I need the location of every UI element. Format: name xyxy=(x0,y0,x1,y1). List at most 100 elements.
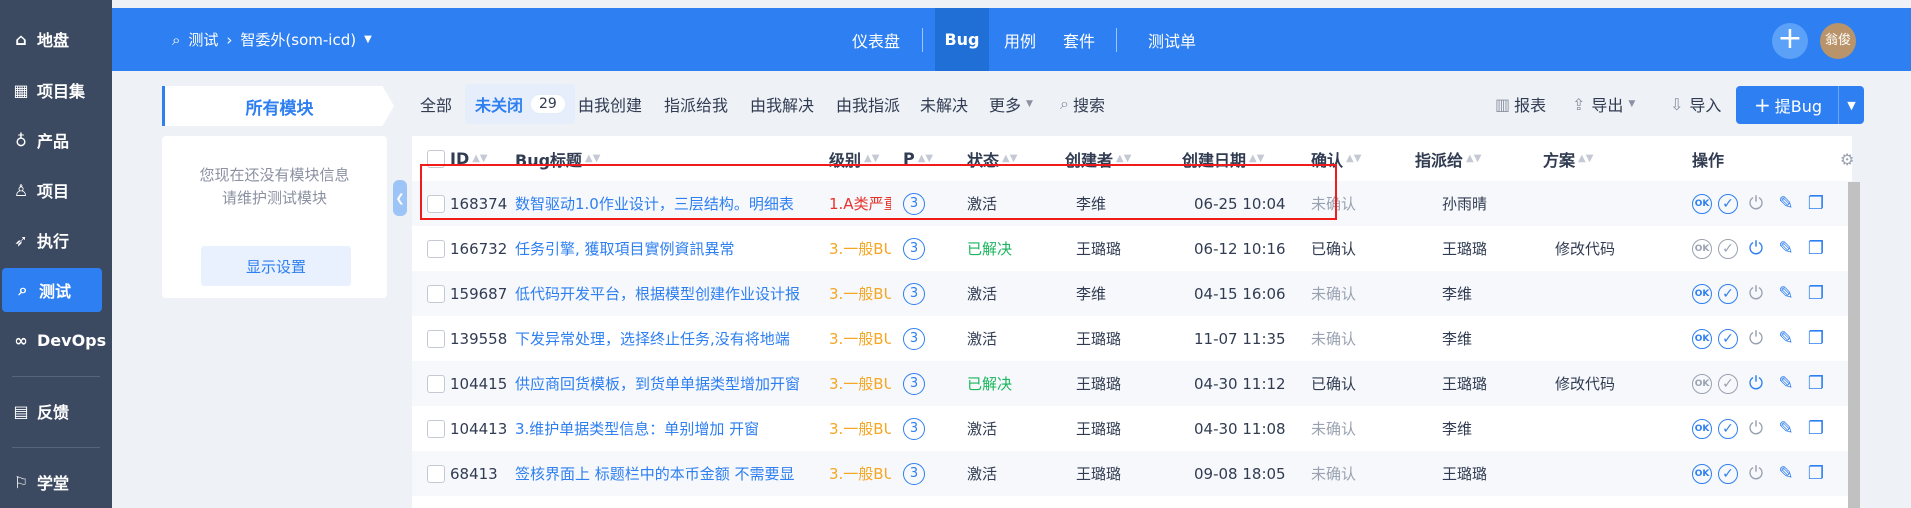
close-power-icon[interactable]: ⏻ xyxy=(1744,462,1768,486)
checkbox[interactable] xyxy=(427,149,445,168)
bug-title-link[interactable]: 签核界面上 标题栏中的本币金额 不需要显 xyxy=(515,451,823,496)
sidebar-item-devops[interactable]: ∞ DevOps xyxy=(0,318,112,362)
confirm-ok-icon[interactable]: OK xyxy=(1692,283,1712,304)
checkbox[interactable] xyxy=(427,464,445,483)
chevron-down-icon[interactable]: ▼ xyxy=(1838,86,1864,124)
gear-icon[interactable]: ⚙ xyxy=(1840,150,1854,169)
collapse-left-icon[interactable]: ❮ xyxy=(393,180,407,216)
resolve-check-icon[interactable]: ✓ xyxy=(1718,283,1738,304)
resolve-check-icon[interactable]: ✓ xyxy=(1718,328,1738,349)
filter-created-by-me[interactable]: 由我创建 xyxy=(578,84,642,124)
avatar[interactable]: 翁俊 xyxy=(1820,23,1856,59)
breadcrumb-app[interactable]: 测试 xyxy=(188,29,218,50)
tab-testtask[interactable]: 测试单 xyxy=(1130,8,1214,71)
close-power-icon[interactable]: ⏻ xyxy=(1744,327,1768,351)
search-button[interactable]: ⌕ 搜索 xyxy=(1060,84,1105,124)
all-modules-tab[interactable]: 所有模块 xyxy=(162,86,394,126)
resolve-check-icon[interactable]: ✓ xyxy=(1718,238,1738,259)
table-row[interactable]: 104413 3.维护单据类型信息：单别增加 开窗 3.一般BUG 3 激活 王璐璐 04-… xyxy=(412,406,1852,451)
filter-unclosed[interactable]: 未关闭 29 xyxy=(465,84,575,124)
filter-unresolved[interactable]: 未解决 xyxy=(920,84,968,124)
edit-icon[interactable]: ✎ xyxy=(1774,327,1798,351)
plus-icon[interactable]: + xyxy=(1772,23,1808,59)
column-header-status[interactable]: 状态 ▲▼ xyxy=(967,136,1017,181)
filter-assigned-by-me[interactable]: 由我指派 xyxy=(836,84,900,124)
column-header-priority[interactable]: P ▲▼ xyxy=(903,136,933,181)
confirm-ok-icon[interactable]: OK xyxy=(1692,328,1712,349)
confirm-ok-icon[interactable]: OK xyxy=(1692,373,1712,394)
checkbox[interactable] xyxy=(427,194,445,213)
bug-title-link[interactable]: 供应商回货模板，到货单单据类型增加开窗 xyxy=(515,361,823,406)
table-row[interactable]: 139558 下发异常处理，选择终止任务,没有将地端 3.一般BUG 3 激活 王璐璐 11… xyxy=(412,316,1852,361)
sidebar-item-dashboard[interactable]: ⌂ 地盘 xyxy=(0,17,112,61)
column-header-title[interactable]: Bug标题 ▲▼ xyxy=(515,136,600,181)
bug-title-link[interactable]: 下发异常处理，选择终止任务,没有将地端 xyxy=(515,316,823,361)
copy-icon[interactable]: ❐ xyxy=(1804,327,1828,351)
bug-title-link[interactable]: 任务引擎, 獲取項目實例資訊異常 xyxy=(515,226,823,271)
resolve-check-icon[interactable]: ✓ xyxy=(1718,373,1738,394)
row-checkbox[interactable] xyxy=(427,181,445,226)
sidebar-item-program[interactable]: ▦ 项目集 xyxy=(0,68,112,112)
edit-icon[interactable]: ✎ xyxy=(1774,282,1798,306)
copy-icon[interactable]: ❐ xyxy=(1804,372,1828,396)
resolve-check-icon[interactable]: ✓ xyxy=(1718,418,1738,439)
bug-title-link[interactable]: 低代码开发平台，根据模型创建作业设计报 xyxy=(515,271,823,316)
checkbox[interactable] xyxy=(427,374,445,393)
table-row[interactable]: 168374 数智驱动1.0作业设计，三层结构。明细表 1.A类严重 3 激活 李维 06-… xyxy=(412,181,1852,226)
table-row[interactable]: 68413 签核界面上 标题栏中的本币金额 不需要显 3.一般BUG 3 激活 王璐璐 09… xyxy=(412,451,1852,496)
copy-icon[interactable]: ❐ xyxy=(1804,282,1828,306)
bug-title-link[interactable]: 数智驱动1.0作业设计，三层结构。明细表 xyxy=(515,181,823,226)
export-button[interactable]: ⇪ 导出 ▼ xyxy=(1572,86,1635,122)
resolve-check-icon[interactable]: ✓ xyxy=(1718,463,1738,484)
assignee[interactable]: 李维 xyxy=(1442,316,1472,361)
scrollbar[interactable] xyxy=(1848,182,1860,508)
report-button[interactable]: ▥ 报表 xyxy=(1495,86,1546,122)
close-power-icon[interactable]: ⏻ xyxy=(1744,282,1768,306)
filter-resolved-by-me[interactable]: 由我解决 xyxy=(750,84,814,124)
edit-icon[interactable]: ✎ xyxy=(1774,462,1798,486)
product-switcher[interactable]: 智委外(som-icd) xyxy=(240,29,356,50)
row-checkbox[interactable] xyxy=(427,316,445,361)
column-header-id[interactable]: ID ▲▼ xyxy=(450,136,488,181)
filter-assigned-to-me[interactable]: 指派给我 xyxy=(664,84,728,124)
tab-testsuite[interactable]: 套件 xyxy=(1052,8,1106,71)
close-power-icon[interactable]: ⏻ xyxy=(1744,192,1768,216)
checkbox[interactable] xyxy=(427,284,445,303)
filter-more[interactable]: 更多 ▼ xyxy=(989,84,1033,124)
column-header-confirm[interactable]: 确认 ▲▼ xyxy=(1311,136,1361,181)
confirm-ok-icon[interactable]: OK xyxy=(1692,463,1712,484)
copy-icon[interactable]: ❐ xyxy=(1804,237,1828,261)
sidebar-item-feedback[interactable]: ▤ 反馈 xyxy=(0,389,112,433)
close-power-icon[interactable]: ⏻ xyxy=(1744,237,1768,261)
import-button[interactable]: ⇩ 导入 xyxy=(1670,86,1721,122)
table-row[interactable]: 104415 供应商回货模板，到货单单据类型增加开窗 3.一般BUG 3 已解决 王璐璐 0… xyxy=(412,361,1852,406)
row-checkbox[interactable] xyxy=(427,361,445,406)
checkbox[interactable] xyxy=(427,419,445,438)
checkbox[interactable] xyxy=(427,329,445,348)
row-checkbox[interactable] xyxy=(427,226,445,271)
column-header-created-date[interactable]: 创建日期 ▲▼ xyxy=(1182,136,1264,181)
assignee[interactable]: 李维 xyxy=(1442,271,1472,316)
filter-all[interactable]: 全部 xyxy=(420,84,452,124)
edit-icon[interactable]: ✎ xyxy=(1774,417,1798,441)
tab-bug[interactable]: Bug xyxy=(935,8,989,71)
confirm-ok-icon[interactable]: OK xyxy=(1692,238,1712,259)
select-all-checkbox[interactable] xyxy=(427,136,445,181)
table-row[interactable]: 166732 任务引擎, 獲取項目實例資訊異常 3.一般BUG 3 已解决 王璐璐 06-1… xyxy=(412,226,1852,271)
confirm-ok-icon[interactable]: OK xyxy=(1692,418,1712,439)
assignee[interactable]: 孙雨晴 xyxy=(1442,181,1487,226)
column-header-resolution[interactable]: 方案 ▲▼ xyxy=(1543,136,1593,181)
table-row[interactable]: 159687 低代码开发平台，根据模型创建作业设计报 3.一般BUG 3 激活 李维 04-… xyxy=(412,271,1852,316)
bug-title-link[interactable]: 3.维护单据类型信息：单别增加 开窗 xyxy=(515,406,823,451)
sidebar-item-execution[interactable]: ➶ 执行 xyxy=(0,218,112,262)
resolve-check-icon[interactable]: ✓ xyxy=(1718,193,1738,214)
display-settings-button[interactable]: 显示设置 xyxy=(201,246,351,286)
assignee[interactable]: 王璐璐 xyxy=(1442,361,1487,406)
close-power-icon[interactable]: ⏻ xyxy=(1744,417,1768,441)
column-header-assignee[interactable]: 指派给 ▲▼ xyxy=(1415,136,1481,181)
column-header-severity[interactable]: 级别 ▲▼ xyxy=(829,136,879,181)
assignee[interactable]: 王璐璐 xyxy=(1442,451,1487,496)
row-checkbox[interactable] xyxy=(427,406,445,451)
copy-icon[interactable]: ❐ xyxy=(1804,462,1828,486)
sidebar-item-project[interactable]: ♙ 项目 xyxy=(0,168,112,212)
